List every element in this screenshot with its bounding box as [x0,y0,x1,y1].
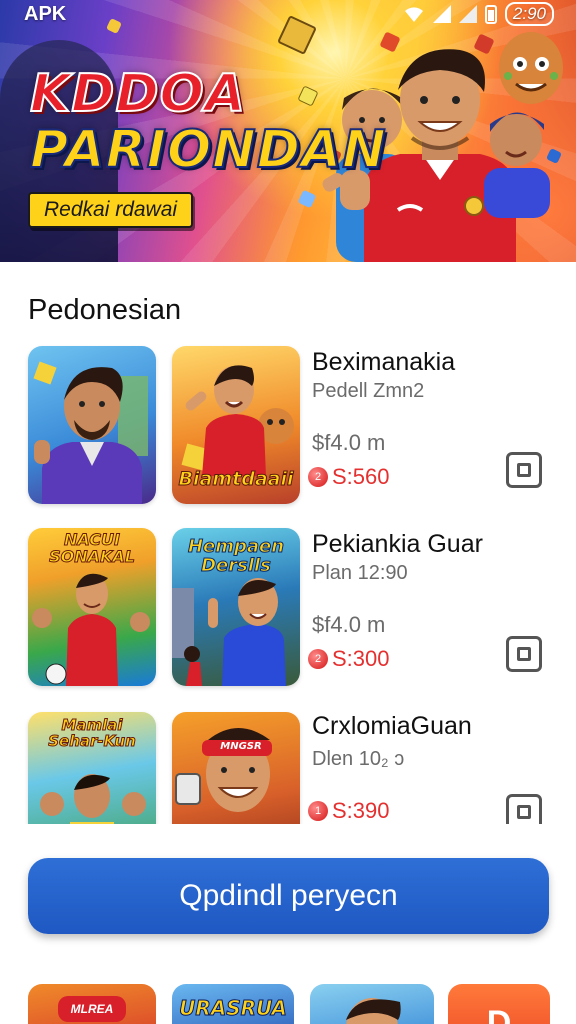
character-art [175,728,272,812]
item-title: CrxlomiaGuan [312,712,472,740]
item-subtitle: Pedell Zmn2 [312,380,425,402]
wifi-icon [404,7,423,23]
floating-cube [297,189,317,209]
square-icon [517,805,531,819]
item-badge: 2 S:560 [308,464,390,490]
floating-cube [297,85,319,107]
list-item[interactable]: NACUI SONAKAL Hempaen Derslls Pekiankia … [0,526,576,692]
status-bar: APK 2:90 [0,0,576,28]
game-thumbnail[interactable]: Mamlai Sehar-Kun [28,712,156,824]
list-item[interactable]: Biamtdaaii Beximanakia Pedell Zmn2 $f4.0… [0,344,576,510]
item-badge: 1 S:390 [308,798,390,824]
character-art [32,573,150,686]
game-thumbnail[interactable]: D [448,984,550,1024]
item-subtitle: Plan 12:90 [312,562,408,584]
status-icons: 2:90 [403,2,554,26]
game-thumbnail[interactable]: Hempaen Derslls [172,528,300,686]
character-art [40,774,146,824]
primary-action-button[interactable]: Qpdindl peryecn [28,858,549,934]
item-subtitle: Dlen 10₂ ɔ [312,748,405,770]
game-thumbnail[interactable]: URASRUA [172,984,294,1024]
list-item[interactable]: Mamlai Sehar-Kun MNGSR CrxlomiaGuan Dlen… [0,710,576,824]
signal-icon-2 [458,5,477,23]
banner-mascot [499,32,563,104]
coin-icon: 1 [308,801,328,821]
banner-title-line2: PARIONDAN [29,120,387,180]
character-art [346,998,401,1024]
banner-subtitle: Redkai rdawai [28,192,194,228]
thumbnail-title: D [486,1004,512,1024]
game-thumbnail[interactable]: Biamtdaaii [172,346,300,504]
item-price: $f4.0 m [312,430,386,455]
coin-icon: 2 [308,649,328,669]
item-title: Pekiankia Guar [312,530,483,558]
status-label: APK [24,2,67,25]
item-action-button[interactable] [506,794,542,824]
item-price: $f4.0 m [312,612,386,637]
character-art [172,578,286,686]
thumbnail-title: MLREA [58,996,126,1022]
banner-character-right [484,112,550,218]
banner-title-line1: KDDOA [29,64,247,124]
game-thumbnail[interactable]: NACUI SONAKAL [28,528,156,686]
game-thumbnail[interactable] [310,984,434,1024]
square-icon [517,463,531,477]
game-thumbnail[interactable] [28,346,156,504]
item-title: Beximanakia [312,348,456,376]
coin-icon: 2 [308,467,328,487]
hero-banner[interactable]: APK 2:90 KDDOA PARIONDAN Redkai rdawai [0,0,576,262]
item-badge-value: S:300 [332,646,390,671]
status-time: 2:90 [504,2,554,26]
game-list[interactable]: Biamtdaaii Beximanakia Pedell Zmn2 $f4.0… [0,344,576,824]
square-icon [517,647,531,661]
signal-icon [432,5,451,23]
bottom-thumbnail-strip[interactable]: MLREA URASRUA D [0,982,576,1024]
main-content: Pedonesian Biamtdaaii Beximanakia Pedell… [0,262,576,1024]
item-badge-value: S:390 [332,798,390,823]
character-art [33,361,148,504]
game-thumbnail[interactable]: MNGSR [172,712,300,824]
item-badge: 2 S:300 [308,646,390,672]
battery-icon [484,5,497,24]
item-badge-value: S:560 [332,464,390,489]
item-action-button[interactable] [506,636,542,672]
thumbnail-title: MNGSR [220,741,262,752]
section-title: Pedonesian [28,294,182,326]
game-thumbnail[interactable]: MLREA [28,984,156,1024]
item-action-button[interactable] [506,452,542,488]
thumbnail-title: Biamtdaaii [178,468,294,491]
thumbnail-title: URASRUA [179,996,288,1021]
